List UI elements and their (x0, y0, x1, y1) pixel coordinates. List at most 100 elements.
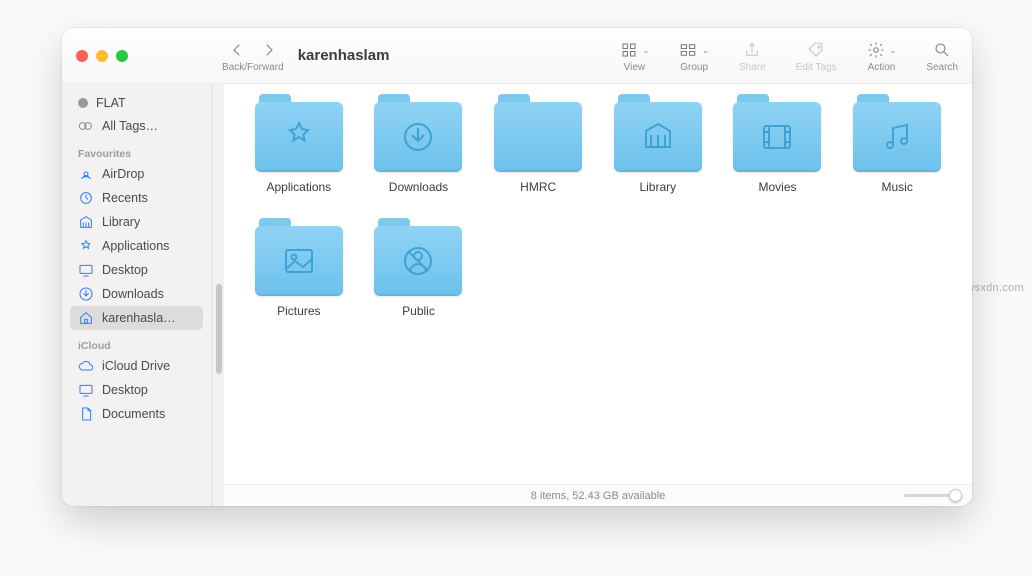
folder-icon (494, 102, 582, 172)
folder-icon (733, 102, 821, 172)
folder-label: Pictures (277, 304, 320, 318)
folder-grid: Applications Downloads HMRCLibrary Movies Mu… (224, 84, 972, 484)
gear-icon (867, 41, 885, 59)
folder-item[interactable]: Pictures (244, 226, 354, 318)
sidebar-item-label: Desktop (102, 263, 148, 277)
share-icon (743, 41, 761, 59)
folder-icon (255, 102, 343, 172)
sidebar-item-label: Recents (102, 191, 148, 205)
group-label: Group (680, 62, 708, 73)
sidebar-item-label: All Tags… (102, 119, 158, 133)
action-label: Action (868, 62, 896, 73)
zoom-slider[interactable] (904, 494, 958, 497)
sidebar-item-label: Documents (102, 407, 165, 421)
sidebar-item-desktop[interactable]: Desktop (70, 258, 203, 282)
toolbar: Back/Forward karenhaslam ⌄ View ⌄ Group (212, 28, 972, 83)
sidebar-item-doc[interactable]: Documents (70, 402, 203, 426)
tag-dot-icon (78, 98, 88, 108)
folder-icon (374, 226, 462, 296)
edit-tags-group[interactable]: Edit Tags (796, 38, 837, 73)
folder-icon (614, 102, 702, 172)
sidebar-item-label: Applications (102, 239, 169, 253)
status-text: 8 items, 52.43 GB available (531, 490, 666, 502)
clock-icon (78, 190, 94, 206)
view-label: View (624, 62, 646, 73)
folder-label: Public (402, 304, 435, 318)
titlebar: Back/Forward karenhaslam ⌄ View ⌄ Group (62, 28, 972, 84)
folder-icon (255, 226, 343, 296)
home-icon (78, 310, 94, 326)
maximize-button[interactable] (116, 50, 128, 62)
view-group[interactable]: ⌄ View (620, 38, 650, 73)
group-icon (679, 41, 697, 59)
folder-icon (853, 102, 941, 172)
sidebar-item-desktop[interactable]: Desktop (70, 378, 203, 402)
back-forward-label: Back/Forward (222, 62, 284, 73)
folder-label: Movies (758, 180, 796, 194)
folder-item[interactable]: Downloads (364, 102, 474, 194)
folder-item[interactable]: HMRC (483, 102, 593, 194)
folder-label: Music (881, 180, 912, 194)
group-group[interactable]: ⌄ Group (679, 38, 709, 73)
minimize-button[interactable] (96, 50, 108, 62)
desktop-icon (78, 382, 94, 398)
search-group[interactable]: Search (926, 38, 958, 73)
folder-label: Downloads (389, 180, 448, 194)
close-button[interactable] (76, 50, 88, 62)
search-label: Search (926, 62, 958, 73)
folder-item[interactable]: Library (603, 102, 713, 194)
folder-item[interactable]: Movies (723, 102, 833, 194)
sidebar-tag-flat[interactable]: FLAT (70, 92, 203, 114)
window-controls (62, 28, 212, 83)
edit-tags-label: Edit Tags (796, 62, 837, 73)
forward-icon[interactable] (260, 41, 278, 59)
chevron-down-icon: ⌄ (890, 46, 897, 55)
sidebar-item-label: karenhasla… (102, 311, 176, 325)
doc-icon (78, 406, 94, 422)
sidebar-item-label: Downloads (102, 287, 164, 301)
sidebar-all-tags[interactable]: All Tags… (70, 114, 203, 138)
sidebar: FLAT All Tags… Favourites AirDrop Recents… (62, 84, 212, 506)
tags-icon (78, 118, 94, 134)
folder-label: Applications (266, 180, 331, 194)
sidebar-heading-favourites: Favourites (70, 138, 203, 162)
folder-item[interactable]: Applications (244, 102, 354, 194)
sidebar-item-library[interactable]: Library (70, 210, 203, 234)
sidebar-item-downloads[interactable]: Downloads (70, 282, 203, 306)
chevron-down-icon: ⌄ (702, 46, 709, 55)
sidebar-item-clock[interactable]: Recents (70, 186, 203, 210)
sidebar-item-airdrop[interactable]: AirDrop (70, 162, 203, 186)
tag-icon (807, 41, 825, 59)
sidebar-heading-icloud: iCloud (70, 330, 203, 354)
folder-item[interactable]: Music (842, 102, 952, 194)
scroll-thumb[interactable] (216, 284, 222, 374)
sidebar-item-label: Desktop (102, 383, 148, 397)
library-icon (78, 214, 94, 230)
apps-icon (78, 238, 94, 254)
window-title: karenhaslam (298, 47, 390, 64)
back-icon[interactable] (228, 41, 246, 59)
folder-icon (374, 102, 462, 172)
window-body: FLAT All Tags… Favourites AirDrop Recents… (62, 84, 972, 506)
sidebar-item-label: FLAT (96, 96, 126, 110)
search-icon (933, 41, 951, 59)
sidebar-item-label: iCloud Drive (102, 359, 170, 373)
downloads-icon (78, 286, 94, 302)
finder-window: Back/Forward karenhaslam ⌄ View ⌄ Group (62, 28, 972, 506)
action-group[interactable]: ⌄ Action (867, 38, 897, 73)
sidebar-item-label: AirDrop (102, 167, 144, 181)
content-area: Applications Downloads HMRCLibrary Movies Mu… (224, 84, 972, 506)
sidebar-item-home[interactable]: karenhasla… (70, 306, 203, 330)
status-bar: 8 items, 52.43 GB available (224, 484, 972, 506)
sidebar-item-apps[interactable]: Applications (70, 234, 203, 258)
share-group[interactable]: Share (739, 38, 766, 73)
folder-item[interactable]: Public (364, 226, 474, 318)
grid-view-icon (620, 41, 638, 59)
sidebar-item-label: Library (102, 215, 140, 229)
back-forward-group: Back/Forward (222, 28, 284, 83)
sidebar-scrollbar[interactable] (212, 84, 224, 506)
watermark-text: wsxdn.com (966, 282, 1024, 294)
sidebar-item-cloud[interactable]: iCloud Drive (70, 354, 203, 378)
airdrop-icon (78, 166, 94, 182)
share-label: Share (739, 62, 766, 73)
